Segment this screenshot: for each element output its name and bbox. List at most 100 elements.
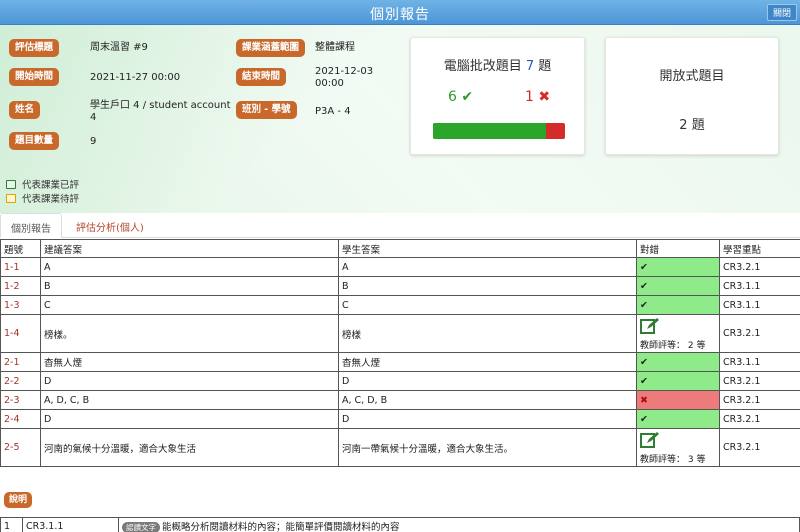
window-title: 個別報告 <box>370 7 430 23</box>
suggested-answer: 河南的氣候十分溫暖，適合大象生活 <box>40 428 339 467</box>
edit-pencil-icon[interactable] <box>640 431 660 449</box>
notes-label: 說明 <box>4 492 33 508</box>
question-id[interactable]: 2-5 <box>0 428 41 467</box>
info-panel: 評估標題 周末溫習 #9 課業涵蓋範圍 整體課程 開始時間 2021-11-27… <box>0 25 800 213</box>
col-header-key: 學習重點 <box>719 239 800 258</box>
student-answer: A, C, D, B <box>338 390 637 410</box>
suggested-answer: A <box>40 257 339 277</box>
notes-no: 1 <box>0 517 23 532</box>
question-id[interactable]: 1-2 <box>0 276 41 296</box>
result-correct: ✔ <box>636 352 720 372</box>
report-table: 題號 建議答案 學生答案 對錯 學習重點 1-1 A A ✔ CR3.2.1 1-2 B B ✔… <box>0 239 800 467</box>
student-answer: C <box>338 295 637 315</box>
name-value: 學生戶口 4 / student account 4 <box>90 100 231 123</box>
table-row: 2-5 河南的氣候十分溫暖，適合大象生活 河南一帶氣候十分溫暖，適合大象生活。 教師評… <box>0 428 800 467</box>
result-correct: ✔ <box>636 371 720 391</box>
score-progress-fill <box>433 123 547 139</box>
start-time-label: 開始時間 <box>9 68 60 86</box>
check-icon: ✔ <box>640 299 648 311</box>
student-answer: D <box>338 371 637 391</box>
notes-tag: 認讀文字 <box>122 522 160 532</box>
close-button[interactable]: 關閉 <box>766 4 797 21</box>
learning-focus: CR3.1.1 <box>719 295 800 315</box>
suggested-answer: C <box>40 295 339 315</box>
result-correct: ✔ <box>636 257 720 277</box>
open-question-card: 開放式題目 2 題 <box>605 37 779 155</box>
result-teacher-grade: 教師評等： 3 等 <box>636 428 720 467</box>
question-id[interactable]: 2-3 <box>0 390 41 410</box>
result-wrong: ✖ <box>636 390 720 410</box>
teacher-grade: 教師評等： 3 等 <box>640 454 706 465</box>
student-answer: 榜樣 <box>338 314 637 353</box>
question-id[interactable]: 2-2 <box>0 371 41 391</box>
marked-pencil-icon <box>6 180 16 189</box>
question-id[interactable]: 2-1 <box>0 352 41 372</box>
student-answer: B <box>338 276 637 296</box>
question-id[interactable]: 1-3 <box>0 295 41 315</box>
learning-focus: CR3.2.1 <box>719 428 800 467</box>
student-answer: A <box>338 257 637 277</box>
legend-marked: 代表課業已評 <box>6 177 79 191</box>
learning-focus: CR3.2.1 <box>719 390 800 410</box>
col-header-id: 題號 <box>0 239 41 258</box>
class-label: 班別 - 學號 <box>236 101 297 119</box>
open-question-title: 開放式題目 <box>659 69 725 84</box>
edit-pencil-icon[interactable] <box>640 317 660 335</box>
title-bar: 個別報告 關閉 <box>0 0 800 25</box>
result-teacher-grade: 教師評等： 2 等 <box>636 314 720 353</box>
suggested-answer: B <box>40 276 339 296</box>
table-row: 1-1 A A ✔ CR3.2.1 <box>0 257 800 277</box>
table-row: 2-2 D D ✔ CR3.2.1 <box>0 371 800 391</box>
end-time-value: 2021-12-03 00:00 <box>315 66 374 89</box>
check-icon: ✔ <box>461 89 474 105</box>
notes-row: 1 CR3.1.1 認讀文字 能概略分析閱讀材料的內容；能簡單評價閱讀材料的內容 <box>0 517 800 532</box>
check-icon: ✔ <box>640 356 648 368</box>
tab-individual-report[interactable]: 個別報告 <box>0 213 62 238</box>
question-count-label: 題目數量 <box>9 132 60 150</box>
suggested-answer: D <box>40 371 339 391</box>
report-tabs: 個別報告 評估分析(個人) <box>0 213 800 238</box>
question-count-value: 9 <box>90 136 97 147</box>
title-label: 評估標題 <box>9 39 60 57</box>
scope-value: 整體課程 <box>315 42 355 53</box>
question-id[interactable]: 2-4 <box>0 409 41 429</box>
end-time-label: 結束時間 <box>236 68 287 86</box>
notes-table: 1 CR3.1.1 認讀文字 能概略分析閱讀材料的內容；能簡單評價閱讀材料的內容 <box>0 517 800 532</box>
score-progress-bar <box>433 123 565 139</box>
table-header-row: 題號 建議答案 學生答案 對錯 學習重點 <box>0 239 800 258</box>
check-icon: ✔ <box>640 413 648 425</box>
learning-focus: CR3.1.1 <box>719 276 800 296</box>
col-header-result: 對錯 <box>636 239 720 258</box>
learning-focus: CR3.2.1 <box>719 371 800 391</box>
notes-code: CR3.1.1 <box>22 517 119 532</box>
tab-assessment-analysis[interactable]: 評估分析(個人) <box>66 213 154 238</box>
table-row: 2-3 A, D, C, B A, C, D, B ✖ CR3.2.1 <box>0 390 800 410</box>
result-correct: ✔ <box>636 295 720 315</box>
suggested-answer: D <box>40 409 339 429</box>
student-answer: D <box>338 409 637 429</box>
check-icon: ✔ <box>640 261 648 273</box>
table-row: 2-1 杳無人煙 杳無人煙 ✔ CR3.1.1 <box>0 352 800 372</box>
auto-marked-card: 電腦批改題目 7 題 6 ✔ 1 ✖ <box>410 37 585 155</box>
question-id[interactable]: 1-4 <box>0 314 41 353</box>
table-row: 2-4 D D ✔ CR3.2.1 <box>0 409 800 429</box>
class-value: P3A - 4 <box>315 106 351 117</box>
table-row: 1-4 榜樣。 榜樣 教師評等： 2 等 CR3.2.1 <box>0 314 800 353</box>
cross-icon: ✖ <box>640 394 648 406</box>
suggested-answer: 杳無人煙 <box>40 352 339 372</box>
teacher-grade: 教師評等： 2 等 <box>640 340 706 351</box>
correct-count: 6 ✔ <box>448 89 474 105</box>
scope-label: 課業涵蓋範圍 <box>236 39 306 57</box>
table-row: 1-2 B B ✔ CR3.1.1 <box>0 276 800 296</box>
title-value: 周末溫習 #9 <box>90 42 148 53</box>
learning-focus: CR3.2.1 <box>719 314 800 353</box>
question-id[interactable]: 1-1 <box>0 257 41 277</box>
open-question-count: 2 題 <box>679 118 705 133</box>
pending-pencil-icon <box>6 194 16 203</box>
student-answer: 河南一帶氣候十分溫暖，適合大象生活。 <box>338 428 637 467</box>
auto-marked-title: 電腦批改題目 7 題 <box>443 59 552 74</box>
wrong-count: 1 ✖ <box>525 89 551 105</box>
start-time-value: 2021-11-27 00:00 <box>90 72 181 83</box>
learning-focus: CR3.2.1 <box>719 409 800 429</box>
notes-text: 認讀文字 能概略分析閱讀材料的內容；能簡單評價閱讀材料的內容 <box>118 517 800 532</box>
